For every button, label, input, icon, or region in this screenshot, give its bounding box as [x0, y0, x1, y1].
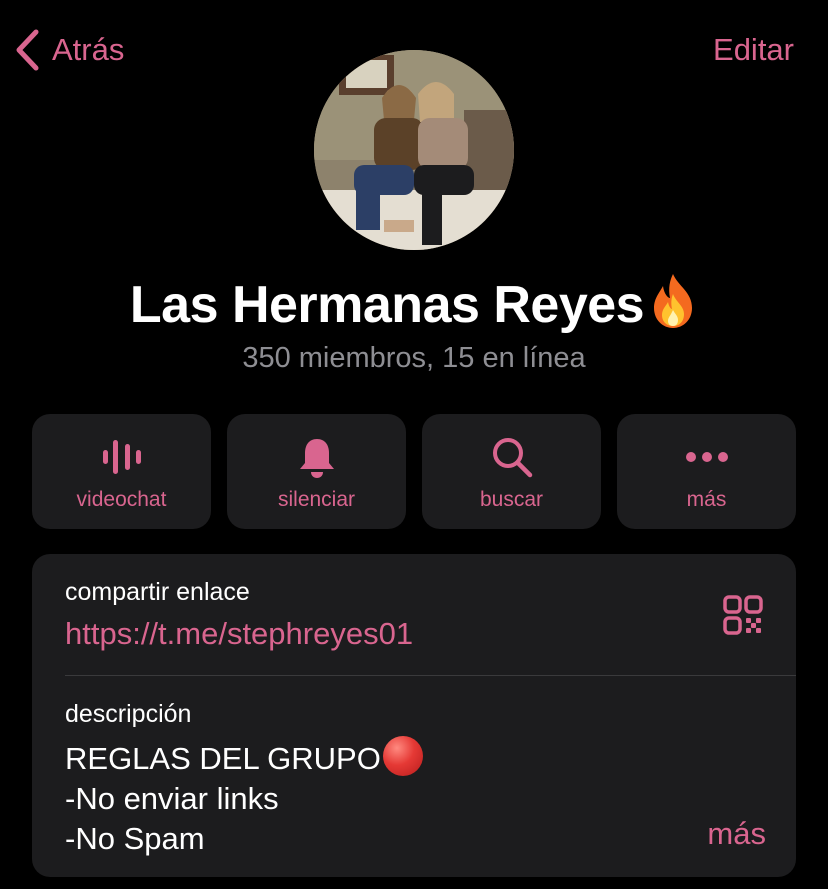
group-title: Las Hermanas Reyes [0, 272, 828, 335]
share-link-section[interactable]: compartir enlace https://t.me/stephreyes… [32, 554, 796, 675]
share-link-label: compartir enlace [65, 578, 250, 606]
description-line: -No enviar links [65, 781, 279, 816]
videochat-label: videochat [76, 488, 167, 511]
divider [65, 675, 796, 676]
avatar[interactable] [314, 50, 514, 250]
back-button[interactable]: Atrás [14, 28, 124, 72]
mute-button[interactable]: silenciar [227, 414, 406, 529]
voice-chat-icon [102, 440, 141, 474]
description-more-link[interactable]: más [707, 816, 766, 852]
action-buttons: videochat silenciar buscar más [32, 414, 796, 529]
more-label: más [686, 488, 727, 511]
bell-icon [299, 439, 334, 478]
search-icon [492, 438, 532, 478]
invite-link[interactable]: https://t.me/stephreyes01 [65, 616, 413, 652]
more-icon [685, 452, 728, 462]
back-label: Atrás [52, 32, 125, 67]
search-button[interactable]: buscar [422, 414, 601, 529]
group-photo [314, 50, 514, 250]
description-line: -No Spam [65, 821, 205, 856]
videochat-button[interactable]: videochat [32, 414, 211, 529]
description-label: descripción [65, 700, 192, 728]
chevron-left-icon [16, 29, 39, 71]
info-card: compartir enlace https://t.me/stephreyes… [32, 554, 796, 877]
search-label: buscar [479, 488, 544, 511]
description-text: REGLAS DEL GRUPO -No enviar links -No Sp… [65, 736, 423, 859]
qr-code-icon[interactable] [722, 594, 764, 636]
description-line: REGLAS DEL GRUPO [65, 736, 423, 779]
more-button[interactable]: más [617, 414, 796, 529]
fire-icon [654, 274, 693, 328]
member-status: 350 miembros, 15 en línea [242, 342, 586, 374]
mute-label: silenciar [277, 488, 356, 511]
red-circle-icon [382, 736, 423, 776]
group-name: Las Hermanas Reyes [129, 276, 645, 334]
edit-button[interactable]: Editar [713, 28, 794, 72]
